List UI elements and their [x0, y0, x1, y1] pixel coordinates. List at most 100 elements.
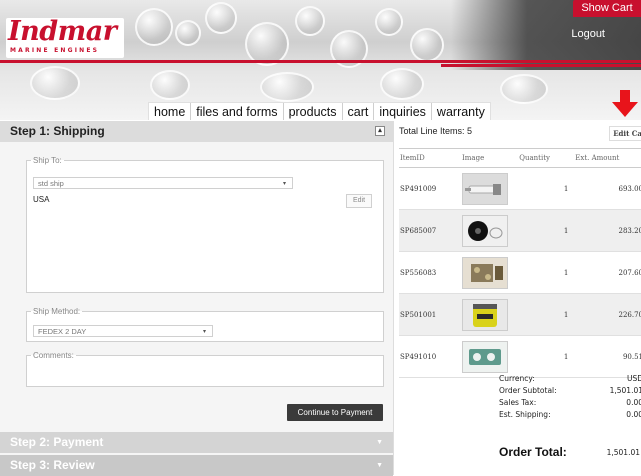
step-2-title: Step 2: Payment — [10, 435, 104, 449]
item-amount: 207.60 — [574, 251, 641, 294]
item-image-cell — [461, 335, 519, 378]
item-quantity: 1 — [518, 293, 575, 336]
item-image-cell — [461, 167, 519, 210]
sales-tax-value: 0.00 — [626, 398, 641, 407]
step-2-header[interactable]: Step 2: Payment ▼ — [0, 432, 393, 453]
order-total-value: 1,501.01 — [606, 448, 640, 457]
site-header: Indmar MARINE ENGINES Show Cart Logout h… — [0, 0, 641, 120]
table-row: SP685007 1 283.20 — [399, 209, 641, 252]
gasket-kit-image — [462, 256, 509, 289]
item-image-cell — [461, 293, 519, 336]
ship-to-country: USA — [33, 195, 50, 204]
item-id: SP556083 — [399, 251, 462, 294]
item-amount: 226.70 — [574, 293, 641, 336]
ship-to-legend: Ship To: — [33, 156, 62, 165]
currency-label: Currency: — [499, 374, 535, 383]
brand-logo[interactable]: Indmar MARINE ENGINES — [6, 16, 124, 58]
spark-plug-image — [462, 172, 509, 205]
show-cart-button[interactable]: Show Cart — [573, 0, 641, 17]
comments-fieldset[interactable]: Comments: — [26, 351, 384, 387]
chevron-down-icon: ▼ — [376, 439, 383, 446]
item-amount: 90.51 — [574, 335, 641, 378]
edit-cart-button[interactable]: Edit Cart — [609, 126, 641, 141]
step-3-title: Step 3: Review — [10, 458, 95, 472]
water-drop-decoration — [175, 20, 201, 46]
water-drop-decoration — [375, 8, 403, 36]
cart-panel: Total Line Items: 5 Edit Cart ItemID Ima… — [396, 121, 641, 475]
column-header: Quantity — [518, 148, 575, 168]
water-drop-decoration — [410, 28, 444, 62]
step-1-header[interactable]: Step 1: Shipping ▴ — [0, 121, 393, 142]
water-drop-decoration — [380, 68, 424, 100]
ship-to-value: std ship — [38, 179, 64, 188]
logout-link[interactable]: Logout — [571, 28, 605, 40]
nav-warranty[interactable]: warranty — [432, 103, 490, 120]
water-drop-decoration — [135, 8, 173, 46]
water-drop-decoration — [205, 2, 237, 34]
water-drop-decoration — [30, 66, 80, 100]
water-drop-decoration — [260, 72, 314, 102]
item-image-cell — [461, 251, 519, 294]
step-1-title: Step 1: Shipping — [10, 124, 105, 138]
header-red-line — [441, 64, 641, 67]
total-line-items: Total Line Items: 5 — [399, 126, 473, 136]
item-amount: 283.20 — [574, 209, 641, 252]
subtotal-value: 1,501.01 — [609, 386, 641, 395]
table-row: SP501001 1 226.70 — [399, 293, 641, 336]
order-summary: Currency: USD Order Subtotal: 1,501.01 Sal… — [499, 374, 641, 422]
nav-inquiries[interactable]: inquiries — [374, 103, 432, 120]
water-drop-decoration — [150, 70, 190, 100]
brand-tagline: MARINE ENGINES — [10, 47, 100, 54]
item-quantity: 1 — [518, 167, 575, 210]
chevron-down-icon: ▼ — [376, 462, 383, 469]
column-header: ItemID — [399, 148, 462, 168]
checkout-steps-panel: Step 1: Shipping ▴ Ship To: std ship ▾ U… — [0, 121, 394, 476]
impeller-image — [462, 214, 509, 247]
table-header-row: ItemID Image Quantity Ext. Amount — [399, 148, 641, 168]
table-row: SP556083 1 207.60 — [399, 251, 641, 294]
chevron-down-icon: ▾ — [282, 181, 286, 187]
shipping-value: 0.00 — [626, 410, 641, 419]
item-quantity: 1 — [518, 209, 575, 252]
header-red-line — [0, 60, 641, 63]
column-header: Image — [461, 148, 519, 168]
main-nav: home files and forms products cart inqui… — [148, 102, 491, 120]
sales-tax-label: Sales Tax: — [499, 398, 537, 407]
continue-to-payment-button[interactable]: Continue to Payment — [287, 404, 383, 421]
shipping-label: Est. Shipping: — [499, 410, 551, 419]
ship-method-legend: Ship Method: — [33, 307, 81, 316]
item-id: SP685007 — [399, 209, 462, 252]
subtotal-label: Order Subtotal: — [499, 386, 557, 395]
table-row: SP491009 1 693.00 — [399, 167, 641, 210]
gasket-image — [462, 340, 509, 373]
order-total-label: Order Total: — [499, 445, 567, 459]
collapse-icon[interactable]: ▴ — [375, 126, 385, 136]
item-id: SP491009 — [399, 167, 462, 210]
oil-filter-image — [462, 298, 509, 331]
item-id: SP491010 — [399, 335, 462, 378]
ship-method-select[interactable]: FEDEX 2 DAY ▾ — [33, 325, 213, 337]
item-id: SP501001 — [399, 293, 462, 336]
red-arrow-down-icon — [612, 90, 638, 117]
ship-to-select[interactable]: std ship ▾ — [33, 177, 293, 189]
ship-method-value: FEDEX 2 DAY — [38, 327, 87, 336]
cart-table: ItemID Image Quantity Ext. Amount SP4910… — [399, 148, 641, 378]
nav-cart[interactable]: cart — [343, 103, 375, 120]
currency-value: USD — [626, 374, 641, 383]
comments-legend: Comments: — [33, 351, 74, 360]
water-drop-decoration — [500, 74, 548, 104]
table-row: SP491010 1 90.51 — [399, 335, 641, 378]
item-image-cell — [461, 209, 519, 252]
step-3-header[interactable]: Step 3: Review ▼ — [0, 455, 393, 476]
item-quantity: 1 — [518, 251, 575, 294]
brand-name: Indmar — [8, 16, 117, 47]
item-quantity: 1 — [518, 335, 575, 378]
item-amount: 693.00 — [574, 167, 641, 210]
water-drop-decoration — [295, 6, 325, 36]
chevron-down-icon: ▾ — [202, 329, 206, 335]
nav-home[interactable]: home — [149, 103, 192, 120]
nav-files-and-forms[interactable]: files and forms — [191, 103, 284, 120]
edit-address-button[interactable]: Edit — [346, 194, 372, 208]
column-header: Ext. Amount — [574, 148, 641, 168]
nav-products[interactable]: products — [284, 103, 343, 120]
